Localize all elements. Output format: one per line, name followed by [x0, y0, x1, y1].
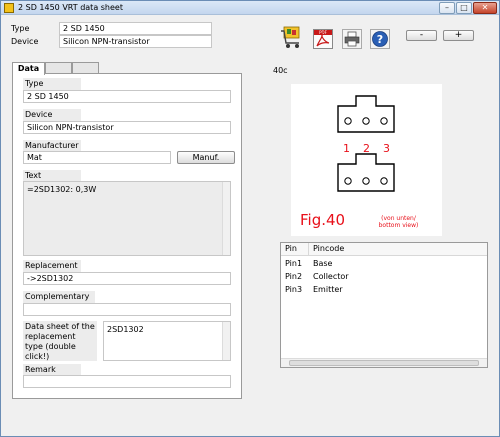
type-field[interactable]: 2 SD 1450: [59, 22, 212, 35]
datasheet-value: 2SD1302: [107, 325, 144, 334]
pdf-icon[interactable]: PDF: [313, 29, 333, 49]
minimize-button[interactable]: –: [439, 2, 455, 14]
tab-data[interactable]: Data: [12, 62, 45, 75]
table-horizontal-scrollbar[interactable]: [281, 358, 487, 367]
manufacturer-input[interactable]: Mat: [23, 151, 171, 164]
data-panel: Type 2 SD 1450 Device Silicon NPN-transi…: [12, 73, 242, 399]
device-section-label: Device: [23, 109, 81, 121]
pin-number-2: 2: [363, 142, 370, 155]
svg-text:PDF: PDF: [319, 30, 327, 35]
text-scrollbar[interactable]: [222, 182, 230, 255]
app-window: 2 SD 1450 VRT data sheet – □ ✕ Type 2 SD…: [0, 0, 500, 437]
table-row-pin[interactable]: Pin2: [281, 271, 309, 283]
text-area[interactable]: =2SD1302: 0,3W: [23, 181, 231, 256]
maximize-button[interactable]: □: [456, 2, 472, 14]
datasheet-section-label: Data sheet of the replacement type (doub…: [23, 321, 97, 361]
window-title: 2 SD 1450 VRT data sheet: [18, 3, 123, 12]
type-input[interactable]: 2 SD 1450: [23, 90, 231, 103]
pin-column-header[interactable]: Pin: [281, 243, 309, 256]
remark-input[interactable]: [23, 375, 231, 388]
type-section-label: Type: [23, 78, 81, 90]
datasheet-list[interactable]: 2SD1302: [103, 321, 231, 361]
shopping-cart-icon[interactable]: [279, 25, 303, 49]
device-input[interactable]: Silicon NPN-transistor: [23, 121, 231, 134]
pin-table: Pin Pincode Pin1 Base Pin2 Collector Pin…: [280, 242, 488, 368]
pinout-diagram: 1 2 3 Fig.40: [300, 95, 395, 229]
close-button[interactable]: ✕: [473, 2, 497, 14]
help-icon[interactable]: ?: [370, 29, 390, 49]
pin-number-1: 1: [343, 142, 350, 155]
pin-number-3: 3: [383, 142, 390, 155]
device-field[interactable]: Silicon NPN-transistor: [59, 35, 212, 48]
print-icon[interactable]: [342, 29, 362, 49]
pincode-column-header[interactable]: Pincode: [309, 243, 487, 256]
text-area-value: =2SD1302: 0,3W: [27, 185, 97, 194]
device-label: Device: [11, 37, 39, 46]
figure-code: 40c: [273, 66, 288, 75]
type-label: Type: [11, 24, 30, 33]
manuf-button[interactable]: Manuf.: [177, 151, 235, 164]
table-row-pin[interactable]: Pin1: [281, 258, 309, 270]
replacement-input[interactable]: ->2SD1302: [23, 272, 231, 285]
table-row-pin[interactable]: Pin3: [281, 284, 309, 296]
complementary-input[interactable]: [23, 303, 231, 316]
pinout-figure: 1 2 3 Fig.40 (von unten/ bottom view): [291, 84, 442, 236]
zoom-in-button[interactable]: +: [443, 30, 474, 41]
figure-view-note: (von unten/ bottom view): [378, 215, 419, 229]
svg-text:?: ?: [377, 33, 383, 46]
replacement-section-label: Replacement: [23, 260, 81, 272]
app-icon: [4, 3, 14, 13]
scroll-thumb[interactable]: [289, 360, 479, 366]
figure-caption: Fig.40: [300, 211, 345, 229]
table-row-pincode[interactable]: Emitter: [309, 284, 487, 296]
complementary-section-label: Complementary: [23, 291, 95, 303]
table-row-pincode[interactable]: Collector: [309, 271, 487, 283]
table-row-pincode[interactable]: Base: [309, 258, 487, 270]
datasheet-scrollbar[interactable]: [222, 322, 230, 360]
zoom-out-button[interactable]: -: [406, 30, 437, 41]
title-bar: 2 SD 1450 VRT data sheet – □ ✕: [1, 1, 499, 15]
